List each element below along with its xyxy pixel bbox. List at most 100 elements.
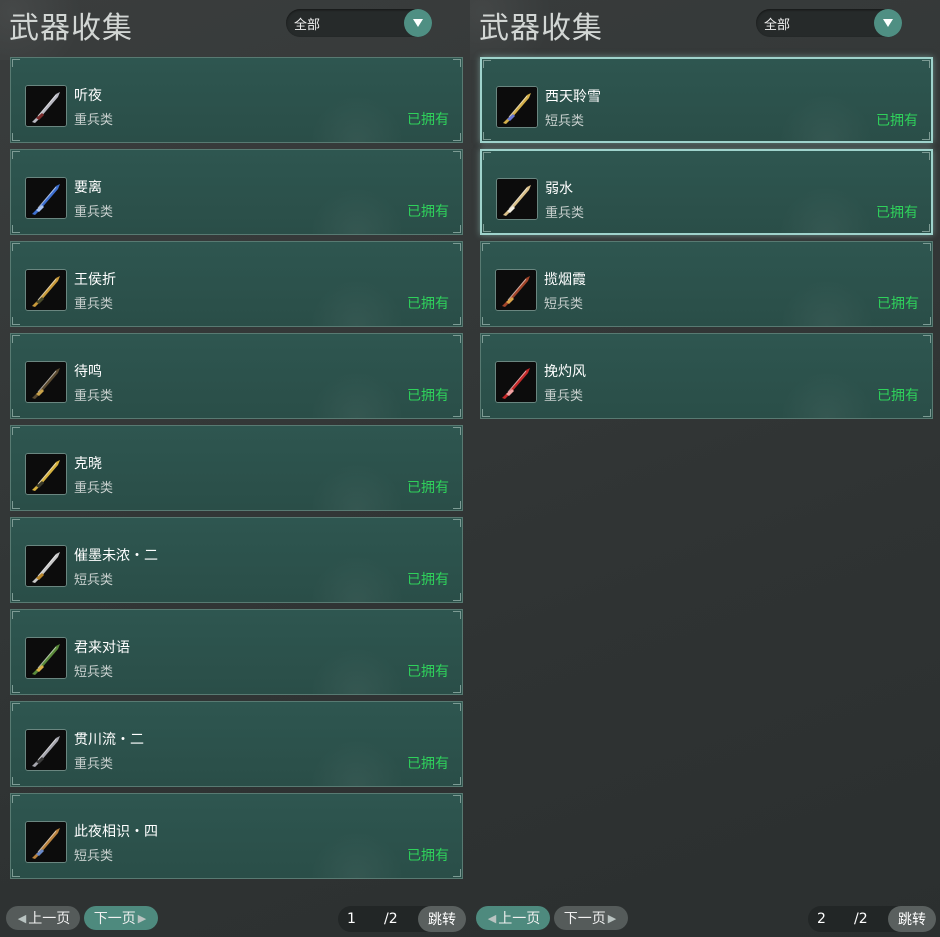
prev-page-label: 上一页 bbox=[28, 911, 71, 927]
card-corner-decoration bbox=[453, 409, 461, 417]
owned-status: 已拥有 bbox=[407, 388, 449, 404]
card-corner-decoration bbox=[453, 777, 461, 785]
card-corner-decoration bbox=[453, 501, 461, 509]
weapon-type: 重兵类 bbox=[74, 481, 114, 496]
weapon-card[interactable]: 要离重兵类 已拥有 bbox=[10, 149, 463, 235]
next-page-button[interactable]: 下一页 ▶ bbox=[554, 906, 628, 930]
card-corner-decoration bbox=[922, 60, 930, 68]
card-corner-decoration bbox=[483, 152, 491, 160]
weapon-card[interactable]: 贯川流・二重兵类 已拥有 bbox=[10, 701, 463, 787]
card-corner-decoration bbox=[453, 519, 461, 527]
weapon-type: 重兵类 bbox=[74, 389, 114, 404]
weapon-name: 王侯折 bbox=[74, 272, 116, 288]
weapon-name: 待鸣 bbox=[74, 364, 102, 380]
jump-button[interactable]: 跳转 bbox=[888, 906, 936, 932]
page-jump-box: 2 /2 跳转 bbox=[808, 906, 936, 932]
weapon-type: 重兵类 bbox=[74, 205, 114, 220]
card-corner-decoration bbox=[922, 152, 930, 160]
owned-status: 已拥有 bbox=[407, 572, 449, 588]
card-background-pattern bbox=[312, 828, 402, 878]
owned-status: 已拥有 bbox=[407, 756, 449, 772]
short-sword-silver-icon bbox=[25, 545, 67, 587]
card-corner-decoration bbox=[482, 317, 490, 325]
owned-status: 已拥有 bbox=[407, 296, 449, 312]
weapon-name: 贯川流・二 bbox=[74, 732, 144, 748]
chevron-right-icon: ▶ bbox=[137, 911, 147, 925]
card-background-pattern bbox=[782, 368, 872, 418]
next-page-label: 下一页 bbox=[93, 911, 136, 927]
card-corner-decoration bbox=[922, 132, 930, 140]
page-number-input[interactable]: 1 bbox=[338, 911, 384, 927]
weapon-name: 挽灼风 bbox=[544, 364, 586, 380]
prev-page-button[interactable]: ◀ 上一页 bbox=[6, 906, 80, 930]
card-corner-decoration bbox=[12, 519, 20, 527]
card-background-pattern bbox=[781, 183, 871, 233]
heavy-blade-steel-icon bbox=[25, 729, 67, 771]
weapon-card[interactable]: 揽烟霞 短兵类 已拥有 bbox=[480, 241, 933, 327]
card-corner-decoration bbox=[12, 243, 20, 251]
filter-dropdown[interactable]: 全部 bbox=[756, 9, 902, 37]
card-corner-decoration bbox=[12, 151, 20, 159]
weapon-card[interactable]: 挽灼风 重兵类 已拥有 bbox=[480, 333, 933, 419]
card-corner-decoration bbox=[12, 685, 20, 693]
heavy-blade-gold-white-icon bbox=[496, 178, 538, 220]
weapon-card[interactable]: 西天聆雪 短兵类 已拥有 bbox=[480, 57, 933, 143]
weapon-name: 君来对语 bbox=[74, 640, 130, 656]
weapon-card[interactable]: 君来对语 短兵类 已拥有 bbox=[10, 609, 463, 695]
weapon-name: 催墨未浓・二 bbox=[74, 548, 158, 564]
weapon-card[interactable]: 催墨未浓・二 短兵类 已拥有 bbox=[10, 517, 463, 603]
card-background-pattern bbox=[782, 276, 872, 326]
owned-status: 已拥有 bbox=[407, 204, 449, 220]
card-corner-decoration bbox=[453, 593, 461, 601]
heavy-blade-blue-icon bbox=[25, 177, 67, 219]
card-corner-decoration bbox=[453, 685, 461, 693]
owned-status: 已拥有 bbox=[877, 388, 919, 404]
weapon-name: 揽烟霞 bbox=[544, 272, 586, 288]
weapon-type: 重兵类 bbox=[74, 757, 114, 772]
weapon-card[interactable]: 待鸣重兵类 已拥有 bbox=[10, 333, 463, 419]
next-page-button[interactable]: 下一页 ▶ bbox=[84, 906, 158, 930]
filter-dropdown[interactable]: 全部 bbox=[286, 9, 432, 37]
weapon-card[interactable]: 听夜 重兵类 已拥有 bbox=[10, 57, 463, 143]
prev-page-label: 上一页 bbox=[498, 911, 541, 927]
jump-button[interactable]: 跳转 bbox=[418, 906, 466, 932]
card-corner-decoration bbox=[12, 427, 20, 435]
card-background-pattern bbox=[312, 460, 402, 510]
weapon-type: 重兵类 bbox=[74, 297, 114, 312]
owned-status: 已拥有 bbox=[876, 205, 918, 221]
short-sword-bronze-icon bbox=[25, 821, 67, 863]
chevron-right-icon: ▶ bbox=[607, 911, 617, 925]
chevron-down-icon[interactable] bbox=[404, 9, 432, 37]
card-corner-decoration bbox=[12, 593, 20, 601]
card-corner-decoration bbox=[923, 335, 931, 343]
card-background-pattern bbox=[312, 736, 402, 786]
card-corner-decoration bbox=[12, 795, 20, 803]
heavy-blade-gold-icon bbox=[25, 269, 67, 311]
weapon-card[interactable]: 弱水 重兵类 已拥有 bbox=[480, 149, 933, 235]
card-corner-decoration bbox=[453, 317, 461, 325]
page-total: /2 bbox=[384, 911, 398, 927]
card-corner-decoration bbox=[453, 133, 461, 141]
short-sword-green-icon bbox=[25, 637, 67, 679]
card-corner-decoration bbox=[453, 869, 461, 877]
owned-status: 已拥有 bbox=[877, 296, 919, 312]
card-corner-decoration bbox=[483, 224, 491, 232]
page-title: 武器收集 bbox=[9, 11, 133, 46]
page-total: /2 bbox=[854, 911, 868, 927]
chevron-down-icon[interactable] bbox=[874, 9, 902, 37]
weapon-name: 听夜 bbox=[74, 88, 102, 104]
page-jump-box: 1 /2 跳转 bbox=[338, 906, 466, 932]
weapon-name: 要离 bbox=[74, 180, 102, 196]
card-background-pattern bbox=[781, 91, 871, 141]
card-corner-decoration bbox=[453, 703, 461, 711]
weapon-card[interactable]: 克晓 重兵类 已拥有 bbox=[10, 425, 463, 511]
page-number-input[interactable]: 2 bbox=[808, 911, 854, 927]
card-corner-decoration bbox=[483, 60, 491, 68]
prev-page-button[interactable]: ◀ 上一页 bbox=[476, 906, 550, 930]
weapon-card[interactable]: 王侯折重兵类 已拥有 bbox=[10, 241, 463, 327]
weapon-name: 西天聆雪 bbox=[545, 89, 601, 105]
weapon-card[interactable]: 此夜相识・四 短兵类 已拥有 bbox=[10, 793, 463, 879]
heavy-blade-silver-icon bbox=[25, 85, 67, 127]
card-corner-decoration bbox=[12, 317, 20, 325]
card-background-pattern bbox=[312, 644, 402, 694]
